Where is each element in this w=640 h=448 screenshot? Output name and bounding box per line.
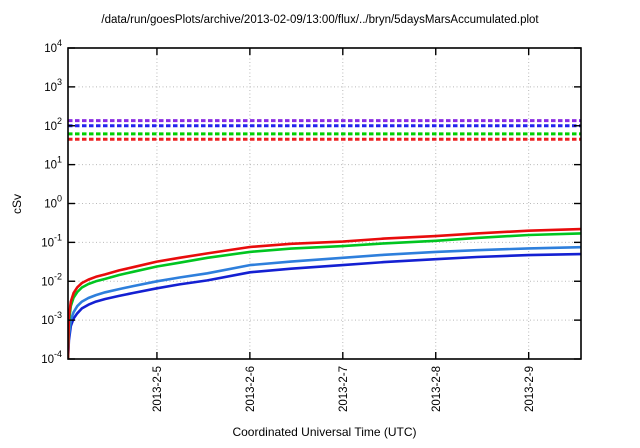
plot-canvas: 104 103 102 101 100 10-1 10-2 10-3 10-4 2013-2-5 2… <box>41 38 582 412</box>
x-tick-label: 2013-2-6 <box>245 366 257 412</box>
y-tick-label: 10-2 <box>41 271 62 288</box>
x-tick-label: 2013-2-8 <box>431 366 443 412</box>
y-tick-label: 102 <box>44 116 62 133</box>
x-axis-title: Coordinated Universal Time (UTC) <box>232 425 417 439</box>
y-tick-label: 10-1 <box>41 232 62 249</box>
y-tick-label: 100 <box>44 194 62 211</box>
x-tick-label: 2013-2-9 <box>524 366 536 412</box>
y-axis-title: cSv <box>10 193 24 215</box>
x-tick-label: 2013-2-5 <box>152 366 164 412</box>
y-tick-label: 101 <box>44 155 62 172</box>
x-tick-label: 2013-2-7 <box>338 366 350 412</box>
y-tick-label: 10-3 <box>41 310 62 327</box>
plot-window: /data/run/goesPlots/archive/2013-02-09/1… <box>0 0 640 448</box>
y-tick-label: 10-4 <box>41 349 62 366</box>
accumulated-dose-green <box>68 232 581 359</box>
y-tick-label: 104 <box>44 38 62 55</box>
y-tick-label: 103 <box>44 77 62 94</box>
